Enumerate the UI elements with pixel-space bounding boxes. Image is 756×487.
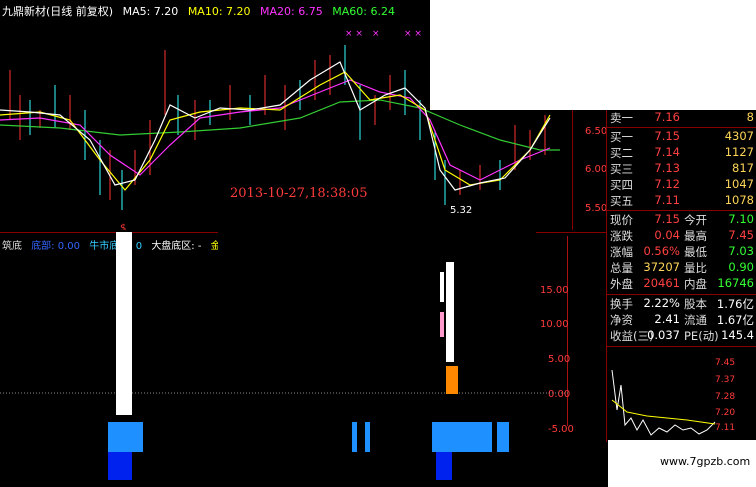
axis-label-600: 6.00 [585,164,608,175]
stat-key: 涨跌 [610,229,633,243]
fund-value2: 145.4 [721,328,754,342]
mini-axis-label: 7.20 [715,408,736,418]
buy5-price: 7.11 [654,193,680,207]
axis-label-550: 5.50 [585,203,608,214]
sell1-vol: 8 [746,110,754,124]
buy-row: 买二 7.14 1127 [610,145,756,162]
buy-row: 买三 7.13 817 [610,161,756,178]
buy1-vol: 4307 [724,129,754,143]
stat-key: 外盘 [610,277,633,291]
stat-value: 7.15 [654,212,680,226]
buy-row: 买五 7.11 1078 [610,193,756,210]
fund-key2: 流通 [684,313,707,327]
buy4-label: 买四 [610,178,633,192]
buy3-label: 买三 [610,162,633,176]
fund-key2: 股本 [684,297,707,311]
stat-value: 20461 [643,276,680,290]
svg-text:× ×: × × [404,29,422,39]
fund-key: 换手 [610,297,633,311]
sell1-label: 卖一 [610,111,633,125]
stat-value2: 0.90 [728,260,754,274]
sell1-price: 7.16 [654,110,680,124]
buy-row: 买一 7.15 4307 [610,129,756,146]
buy5-vol: 1078 [724,193,754,207]
fund-value: 2.41 [654,312,680,326]
buy1-label: 买一 [610,130,633,144]
buy5-label: 买五 [610,194,633,208]
svg-text:× ×: × × [345,29,363,39]
buy1-price: 7.15 [654,129,680,143]
blank-region [430,0,756,110]
fund-value: 0.037 [647,328,680,342]
timestamp: 2013-10-27,18:38:05 [230,186,368,201]
svg-text:$: $ [120,223,126,230]
buy2-price: 7.14 [654,145,680,159]
stat-key2: 今开 [684,213,707,227]
mini-axis-label: 7.11 [715,423,736,433]
stat-value2: 7.45 [728,228,754,242]
main-axis-line [572,110,573,230]
stat-row: 涨跌 0.04 最高 7.45 [610,228,756,245]
stat-key: 现价 [610,213,633,227]
stat-row: 涨幅 0.56% 最低 7.03 [610,244,756,261]
website-watermark: www.7gpzb.com [660,455,751,468]
stat-value: 0.04 [654,228,680,242]
sell1-row: 卖一 7.16 8 [610,110,756,127]
buy3-vol: 817 [732,161,754,175]
separator [607,346,756,347]
stat-row: 外盘 20461 内盘 16746 [610,276,756,293]
stat-key2: 最高 [684,229,707,243]
buy3-price: 7.13 [654,161,680,175]
buy2-vol: 1127 [724,145,754,159]
separator [607,127,756,128]
mini-axis-label: 7.28 [715,392,736,402]
fund-key: 净资 [610,313,633,327]
stat-row: 总量 37207 量比 0.90 [610,260,756,277]
fund-value: 2.22% [643,296,680,310]
fund-value2: 1.76亿 [716,297,754,311]
separator [607,210,756,211]
fund-value2: 1.67亿 [716,313,754,327]
stat-key2: 量比 [684,261,707,275]
stat-key: 涨幅 [610,245,633,259]
fund-row: 换手 2.22% 股本 1.76亿 [610,296,756,313]
low-price-label: 5.32 [450,205,473,216]
mini-axis-label: 7.37 [715,375,736,385]
mini-axis-label: 7.45 [715,358,736,368]
stat-value2: 16746 [717,276,754,290]
stat-row: 现价 7.15 今开 7.10 [610,212,756,229]
separator [607,294,756,295]
stat-value2: 7.10 [728,212,754,226]
stat-key2: 最低 [684,245,707,259]
axis-label-650: 6.50 [585,126,608,137]
svg-text:×: × [372,29,380,39]
stat-value2: 7.03 [728,244,754,258]
buy4-price: 7.12 [654,177,680,191]
quote-panel: 卖一 7.16 8 买一 7.15 4307 买二 7.14 1127 买三 7… [606,110,756,442]
stat-value: 37207 [643,260,680,274]
fund-key2: PE(动) [684,329,719,343]
buy2-label: 买二 [610,146,633,160]
fund-row: 收益(三) 0.037 PE(动) 145.4 [610,328,756,345]
fund-row: 净资 2.41 流通 1.67亿 [610,312,756,329]
stat-key: 总量 [610,261,633,275]
indicator-chart[interactable] [0,232,570,487]
stat-value: 0.56% [643,244,680,258]
buy4-vol: 1047 [724,177,754,191]
stat-key2: 内盘 [684,277,707,291]
buy-row: 买四 7.12 1047 [610,177,756,194]
